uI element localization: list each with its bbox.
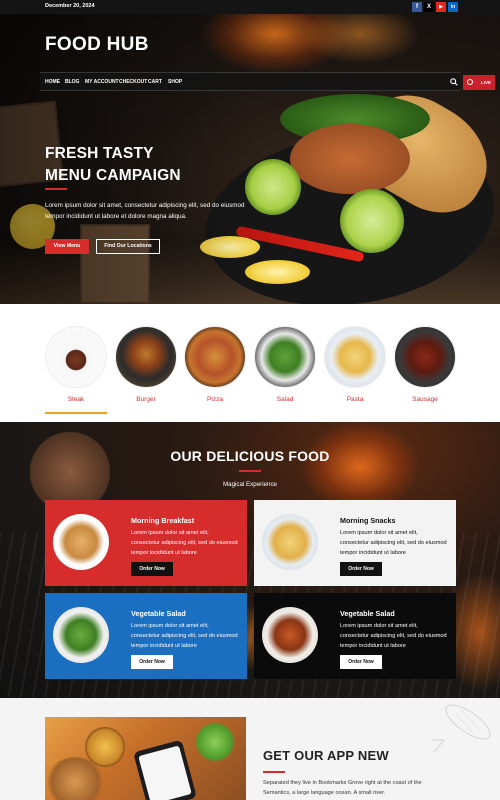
card-text: Lorem ipsum dolor sit amet elit, consect… — [340, 530, 447, 556]
steak-image[interactable] — [45, 326, 107, 388]
salad-image[interactable] — [254, 326, 316, 388]
fried-chicken-image — [45, 757, 105, 800]
order-now-button[interactable]: Order Now — [340, 655, 382, 669]
record-button[interactable] — [463, 75, 477, 90]
order-now-button[interactable]: Order Now — [131, 562, 173, 576]
nav-cart[interactable]: CART — [148, 79, 162, 85]
vegetable-dish-image — [262, 607, 318, 663]
category-label-pasta[interactable]: Pasta — [324, 396, 386, 403]
menu-card: Vegetable Salad Lorem ipsum dolor sit am… — [254, 593, 456, 679]
live-button[interactable]: LIVE — [477, 75, 495, 90]
menu-card: Morning Snacks Lorem ipsum dolor sit ame… — [254, 500, 456, 586]
category-label-salad[interactable]: Salad — [254, 396, 316, 403]
x-icon[interactable]: X — [424, 2, 434, 12]
card-title: Morning Snacks — [340, 516, 396, 525]
youtube-icon[interactable]: ▶ — [436, 2, 446, 12]
nav-blog[interactable]: BLOG — [65, 79, 79, 85]
menu-card: Vegetable Salad Lorem ipsum dolor sit am… — [45, 593, 247, 679]
category-label-burger[interactable]: Burger — [115, 396, 177, 403]
phone-image — [133, 739, 197, 800]
circle-icon — [467, 79, 473, 85]
find-locations-button[interactable]: Find Our Locations — [96, 239, 160, 254]
app-section-text: Separated they live in Bookmarks Grove r… — [263, 780, 422, 796]
hero-divider — [45, 188, 67, 190]
sausage-image[interactable] — [394, 326, 456, 388]
order-now-button[interactable]: Order Now — [340, 562, 382, 576]
fries-image — [262, 514, 318, 570]
nav-my-account[interactable]: MY ACCOUNT — [85, 79, 119, 85]
menu-card: Morning Breakfast Lorem ipsum dolor sit … — [45, 500, 247, 586]
app-promo-image — [45, 717, 246, 800]
active-category-underline — [45, 412, 107, 414]
category-label-sausage[interactable]: Sausage — [394, 396, 456, 403]
category-label-steak[interactable]: Steak — [45, 396, 107, 403]
category-strip: Steak Burger Pizza Salad Pasta Sausage — [0, 304, 500, 422]
nav-checkout[interactable]: CHECKOUT — [119, 79, 147, 85]
card-title: Morning Breakfast — [131, 516, 195, 525]
facebook-icon[interactable]: f — [412, 2, 422, 12]
view-menu-button[interactable]: View Menu — [45, 239, 89, 254]
linkedin-icon[interactable]: in — [448, 2, 458, 12]
order-now-button[interactable]: Order Now — [131, 655, 173, 669]
card-title: Vegetable Salad — [131, 609, 186, 618]
section-title: OUR DELICIOUS FOOD — [170, 448, 330, 464]
nav-home[interactable]: HOME — [45, 79, 60, 85]
lime-slice-image — [340, 189, 404, 253]
search-icon[interactable] — [450, 78, 458, 86]
hero-title-line1: FRESH TASTY — [45, 145, 154, 162]
pizza-image[interactable] — [184, 326, 246, 388]
top-bar: December 20, 2024 f X ▶ in — [0, 0, 500, 14]
delicious-food-section: OUR DELICIOUS FOOD Magical Experience Mo… — [0, 422, 500, 698]
card-text: Lorem ipsum dolor sit amet elit, consect… — [131, 530, 238, 556]
section-divider — [239, 470, 261, 472]
phone-screen — [138, 745, 192, 800]
card-text: Lorem ipsum dolor sit amet elit, consect… — [131, 623, 238, 649]
card-title: Vegetable Salad — [340, 609, 395, 618]
burger-image[interactable] — [115, 326, 177, 388]
pancakes-image — [53, 514, 109, 570]
fire-glow — [300, 422, 420, 512]
app-section-title: GET OUR APP NEW — [263, 748, 389, 763]
hero-title-line2: MENU CAMPAIGN — [45, 167, 181, 184]
salad-bowl-image — [53, 607, 109, 663]
pasta-image[interactable] — [324, 326, 386, 388]
site-logo[interactable]: FOOD HUB — [45, 34, 149, 56]
main-nav: HOME BLOG MY ACCOUNT CHECKOUT CART SHOP … — [40, 72, 495, 91]
app-section-divider — [263, 771, 285, 773]
hero-title: FRESH TASTY MENU CAMPAIGN — [45, 143, 181, 187]
app-promo-section: GET OUR APP NEW Separated they live in B… — [0, 698, 500, 800]
section-subtitle: Magical Experience — [223, 481, 277, 488]
current-date: December 20, 2024 — [45, 3, 95, 9]
meat-image — [290, 124, 410, 194]
hero-description: Lorem ipsum dolor sit amet, consectetur … — [45, 202, 245, 220]
card-text: Lorem ipsum dolor sit amet elit, consect… — [340, 623, 447, 649]
nav-shop[interactable]: SHOP — [168, 79, 182, 85]
category-label-pizza[interactable]: Pizza — [184, 396, 246, 403]
drink-image — [195, 722, 235, 762]
fish-sketch-icon — [432, 704, 491, 753]
